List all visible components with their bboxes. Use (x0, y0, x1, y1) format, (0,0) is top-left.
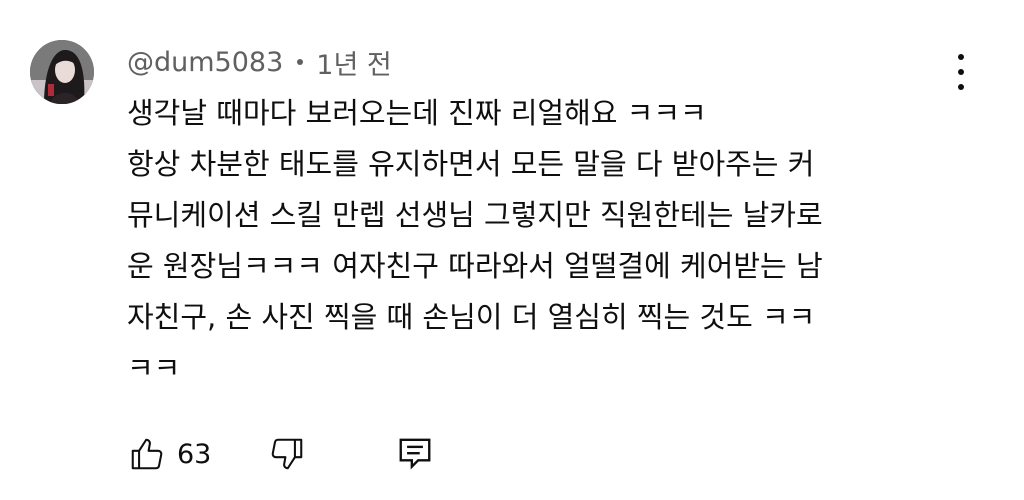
comment-text: 생각날 때마다 보러오는데 진짜 리얼해요 ㅋㅋㅋ 항상 차분한 태도를 유지하… (127, 88, 957, 394)
comment-timestamp[interactable]: 1년 전 (316, 43, 391, 82)
comment-text-line: 뮤니케이션 스킬 만렙 선생님 그렇지만 직원한테는 날카로 (127, 198, 823, 232)
comment-text-line: 자친구, 손 사진 찍을 때 손님이 더 열심히 찍는 것도 ㅋㅋ (127, 300, 816, 334)
more-options-button[interactable] (944, 54, 978, 90)
reply-button[interactable] (395, 434, 435, 474)
comment-text-line: 운 원장님ㅋㅋㅋ 여자친구 따라와서 얼떨결에 케어받는 남 (127, 249, 823, 283)
more-vert-icon (958, 54, 964, 60)
author-name[interactable]: @dum5083 (127, 47, 283, 78)
like-button[interactable] (127, 434, 167, 474)
comment-item: @dum5083 1년 전 생각날 때마다 보러오는데 진짜 리얼해요 ㅋㅋㅋ … (0, 0, 1024, 500)
comment-text-line: 생각날 때마다 보러오는데 진짜 리얼해요 ㅋㅋㅋ (127, 96, 707, 130)
thumbs-down-icon (272, 438, 303, 470)
dislike-button[interactable] (267, 434, 307, 474)
separator-dot (297, 59, 304, 65)
reply-comment-icon (399, 438, 431, 470)
avatar-image (30, 40, 94, 104)
comment-actions: 63 (127, 432, 435, 476)
thumbs-up-icon (131, 438, 163, 470)
like-count: 63 (177, 438, 212, 470)
comment-text-line: 항상 차분한 태도를 유지하면서 모든 말을 다 받아주는 커 (127, 147, 815, 181)
more-vert-icon-dot (958, 69, 964, 75)
comment-text-line: ㅋㅋ (127, 351, 181, 385)
avatar[interactable] (30, 40, 94, 104)
comment-header: @dum5083 1년 전 (127, 43, 392, 82)
more-vert-icon-dot (958, 84, 964, 90)
